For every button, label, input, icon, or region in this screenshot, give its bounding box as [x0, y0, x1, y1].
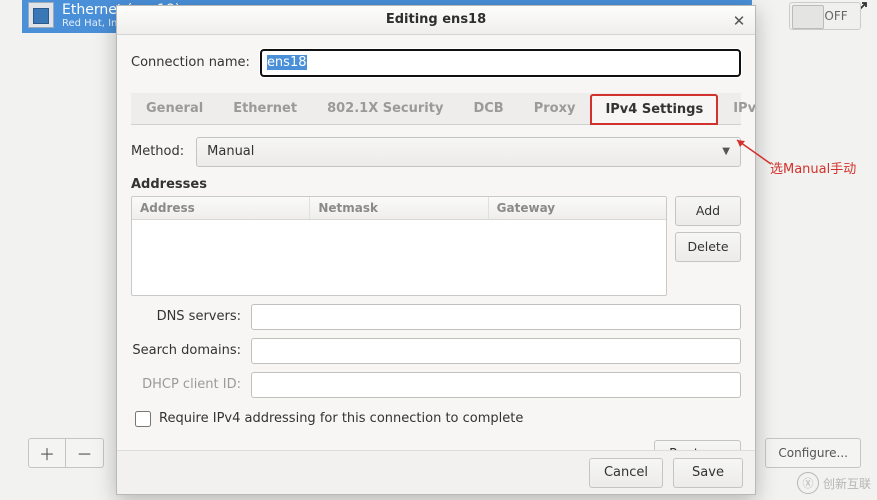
method-value: Manual [207, 144, 254, 159]
addresses-table[interactable]: Address Netmask Gateway [131, 196, 667, 296]
col-netmask: Netmask [310, 197, 488, 219]
dialog-title: Editing ens18 [386, 12, 486, 27]
require-ipv4-checkbox[interactable] [135, 411, 151, 427]
chevron-down-icon: ▼ [722, 146, 730, 157]
tab-general[interactable]: General [131, 93, 218, 124]
off-label: OFF [824, 9, 847, 23]
watermark-text: 创新互联 [823, 475, 871, 492]
watermark: Ⓧ 创新互联 [797, 472, 871, 494]
col-gateway: Gateway [489, 197, 666, 219]
col-address: Address [132, 197, 310, 219]
configure-button[interactable]: Configure... [765, 438, 861, 468]
tab-proxy[interactable]: Proxy [519, 93, 591, 124]
ethernet-icon [28, 2, 54, 28]
delete-button[interactable]: Delete [675, 232, 741, 262]
dns-label: DNS servers: [131, 309, 251, 324]
connection-name-label: Connection name: [131, 55, 250, 70]
add-button[interactable]: Add [675, 196, 741, 226]
addresses-rows[interactable] [132, 220, 666, 290]
method-label: Method: [131, 144, 184, 159]
add-connection-button[interactable]: ＋ [28, 438, 66, 468]
tab-dcb[interactable]: DCB [458, 93, 518, 124]
dns-input[interactable] [251, 304, 741, 330]
cancel-button[interactable]: Cancel [589, 458, 663, 488]
save-button[interactable]: Save [673, 458, 743, 488]
routes-button[interactable]: Routes... [654, 440, 741, 450]
tab-ethernet[interactable]: Ethernet [218, 93, 312, 124]
tab-ipv6-settings[interactable]: IPv6 Settings [718, 93, 755, 124]
watermark-icon: Ⓧ [797, 472, 819, 494]
tabs: General Ethernet 802.1X Security DCB Pro… [131, 93, 741, 125]
close-icon[interactable]: ✕ [729, 11, 749, 31]
tab-8021x[interactable]: 802.1X Security [312, 93, 458, 124]
annotation-text: 选Manual手动 [770, 158, 856, 177]
toggle-off-switch[interactable]: OFF [789, 2, 861, 30]
remove-connection-button[interactable]: － [66, 438, 104, 468]
edit-connection-dialog: Editing ens18 ✕ Connection name: General… [116, 5, 756, 495]
require-ipv4-label: Require IPv4 addressing for this connect… [159, 411, 523, 426]
addresses-label: Addresses [131, 177, 741, 192]
search-domains-input[interactable] [251, 338, 741, 364]
dhcp-client-id-label: DHCP client ID: [131, 377, 251, 392]
dhcp-client-id-input[interactable] [251, 372, 741, 398]
method-dropdown[interactable]: Manual ▼ [196, 137, 741, 167]
connection-name-input[interactable] [260, 49, 741, 77]
tab-ipv4-settings[interactable]: IPv4 Settings [590, 94, 718, 125]
search-domains-label: Search domains: [131, 343, 251, 358]
dialog-titlebar[interactable]: Editing ens18 ✕ [117, 6, 755, 35]
